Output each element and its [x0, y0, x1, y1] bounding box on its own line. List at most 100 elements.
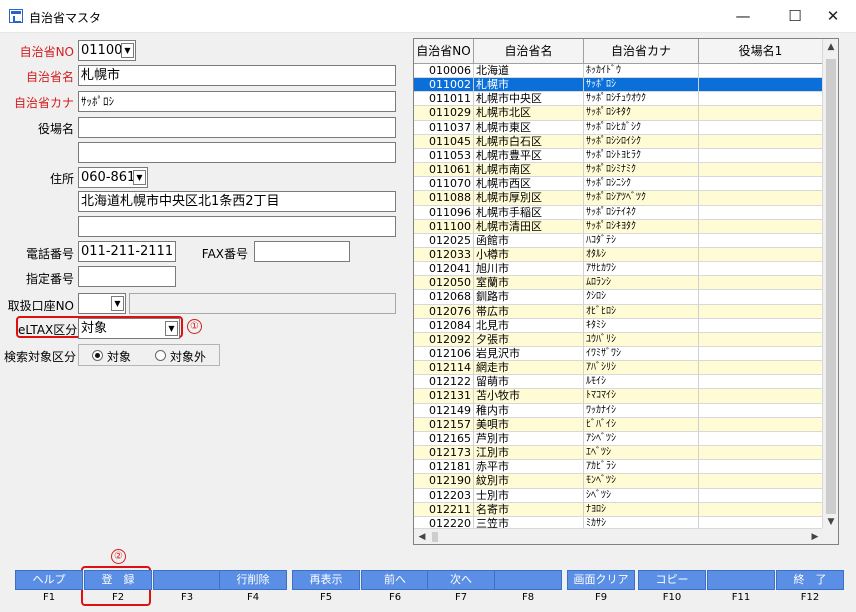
table-row[interactable]: 011002 札幌市 ｻｯﾎﾟﾛｼ: [414, 78, 823, 93]
eltax-select[interactable]: 対象 ▼: [78, 318, 180, 339]
table-row[interactable]: 012106 岩見沢市 ｲﾜﾐｻﾞﾜｼ: [414, 347, 823, 362]
table-row[interactable]: 012076 帯広市 ｵﾋﾞﾋﾛｼ: [414, 304, 823, 319]
phone-input[interactable]: 011-211-2111: [78, 241, 176, 262]
table-row[interactable]: 011037 札幌市東区 ｻｯﾎﾟﾛｼﾋｶﾞｼｸ: [414, 120, 823, 135]
cell-office: [699, 502, 823, 517]
radio-non-target[interactable]: [155, 350, 166, 361]
cell-name: 留萌市: [474, 375, 584, 390]
table-row[interactable]: 012149 稚内市 ﾜｯｶﾅｲｼ: [414, 403, 823, 418]
table-row[interactable]: 012181 赤平市 ｱｶﾋﾞﾗｼ: [414, 460, 823, 475]
cell-kana: ﾑﾛﾗﾝｼ: [584, 276, 699, 291]
table-row[interactable]: 011045 札幌市白石区 ｻｯﾎﾟﾛｼｼﾛｲｼｸ: [414, 134, 823, 149]
header-office[interactable]: 役場名1: [699, 39, 823, 64]
cell-office: [699, 134, 823, 149]
jichi-kana-input[interactable]: ｻｯﾎﾟﾛｼ: [78, 91, 396, 112]
jichi-kana-label: 自治省カナ: [13, 96, 74, 110]
table-row[interactable]: 012173 江別市 ｴﾍﾞﾂｼ: [414, 446, 823, 461]
fkey-button-f11[interactable]: [707, 570, 775, 590]
header-name[interactable]: 自治省名: [474, 39, 584, 64]
hscroll-thumb[interactable]: [432, 532, 438, 542]
cell-no: 011037: [414, 120, 474, 135]
chevron-down-icon[interactable]: ▼: [111, 296, 124, 311]
cell-office: [699, 177, 823, 192]
fkey-button-f1[interactable]: ヘルプ: [15, 570, 83, 590]
table-row[interactable]: 011029 札幌市北区 ｻｯﾎﾟﾛｼｷﾀｸ: [414, 106, 823, 121]
header-no[interactable]: 自治省NO: [414, 39, 474, 64]
fkey-button-f2[interactable]: 登 録: [84, 570, 152, 590]
office-name-input-2[interactable]: [78, 142, 396, 163]
fkey-label-f2: F2: [111, 592, 125, 603]
table-row[interactable]: 012157 美唄市 ﾋﾞﾊﾞｲｼ: [414, 417, 823, 432]
fkey-button-f3[interactable]: [153, 570, 221, 590]
data-grid[interactable]: 自治省NO 自治省名 自治省カナ 役場名1 010006 北海道 ﾎｯｶｲﾄﾞｳ 01…: [413, 38, 839, 545]
table-row[interactable]: 012211 名寄市 ﾅﾖﾛｼ: [414, 502, 823, 517]
cell-no: 012157: [414, 417, 474, 432]
table-row[interactable]: 012114 網走市 ｱﾊﾞｼﾘｼ: [414, 361, 823, 376]
designation-label: 指定番号: [25, 272, 74, 286]
table-row[interactable]: 012165 芦別市 ｱｼﾍﾞﾂｼ: [414, 431, 823, 447]
chevron-down-icon[interactable]: ▼: [165, 321, 178, 336]
table-row[interactable]: 011100 札幌市清田区 ｻｯﾎﾟﾛｼｷﾖﾀｸ: [414, 219, 823, 234]
fkey-button-f7[interactable]: 次へ: [427, 570, 495, 590]
designation-input[interactable]: [78, 266, 176, 287]
table-row[interactable]: 012203 士別市 ｼﾍﾞﾂｼ: [414, 488, 823, 503]
address-line2-input[interactable]: [78, 216, 396, 237]
minimize-button[interactable]: —: [720, 0, 766, 33]
fkey-button-f4[interactable]: 行削除: [219, 570, 287, 590]
header-kana[interactable]: 自治省カナ: [584, 39, 699, 64]
cell-kana: ｻｯﾎﾟﾛｼﾐﾅﾐｸ: [584, 163, 699, 178]
table-row[interactable]: 012033 小樽市 ｵﾀﾙｼ: [414, 247, 823, 263]
fkey-button-f9[interactable]: 画面クリア: [567, 570, 635, 590]
scroll-left-icon[interactable]: ◀: [414, 529, 430, 544]
address-label: 住所: [49, 172, 74, 186]
fkey-button-f5[interactable]: 再表示: [292, 570, 360, 590]
table-row[interactable]: 012041 旭川市 ｱｻﾋｶﾜｼ: [414, 262, 823, 277]
office-name-label: 役場名: [37, 122, 74, 136]
table-row[interactable]: 012131 苫小牧市 ﾄﾏｺﾏｲｼ: [414, 389, 823, 404]
chevron-down-icon[interactable]: ▼: [121, 43, 134, 58]
table-row[interactable]: 010006 北海道 ﾎｯｶｲﾄﾞｳ: [414, 64, 823, 79]
radio-target[interactable]: [92, 350, 103, 361]
table-row[interactable]: 011011 札幌市中央区 ｻｯﾎﾟﾛｼﾁｭｳｵｳｸ: [414, 92, 823, 107]
table-row[interactable]: 012092 夕張市 ﾕｳﾊﾞﾘｼ: [414, 332, 823, 348]
table-row[interactable]: 011088 札幌市厚別区 ｻｯﾎﾟﾛｼｱﾂﾍﾞﾂｸ: [414, 191, 823, 206]
table-row[interactable]: 012068 釧路市 ｸｼﾛｼ: [414, 290, 823, 305]
vertical-scrollbar[interactable]: ▲ ▼: [822, 39, 838, 530]
table-row[interactable]: 011070 札幌市西区 ｻｯﾎﾟﾛｼﾆｼｸ: [414, 177, 823, 192]
cell-no: 011045: [414, 134, 474, 149]
scroll-thumb[interactable]: [826, 59, 836, 514]
cell-kana: ｻｯﾎﾟﾛｼｱﾂﾍﾞﾂｸ: [584, 191, 699, 206]
fkey-button-f12[interactable]: 終 了: [776, 570, 844, 590]
scroll-up-icon[interactable]: ▲: [823, 39, 838, 55]
cell-office: [699, 361, 823, 376]
cell-no: 012041: [414, 262, 474, 277]
fax-input[interactable]: [254, 241, 350, 262]
zip-select[interactable]: 060-8611 ▼: [78, 167, 148, 188]
table-row[interactable]: 012190 紋別市 ﾓﾝﾍﾞﾂｼ: [414, 474, 823, 489]
close-button[interactable]: ✕: [810, 0, 856, 33]
scroll-right-icon[interactable]: ▶: [807, 529, 823, 544]
jichi-no-select[interactable]: 011002 ▼: [78, 40, 136, 61]
address-line1-input[interactable]: 北海道札幌市中央区北1条西2丁目: [78, 191, 396, 212]
cell-office: [699, 304, 823, 319]
cell-kana: ｴﾍﾞﾂｼ: [584, 446, 699, 461]
table-row[interactable]: 012122 留萌市 ﾙﾓｲｼ: [414, 375, 823, 390]
cell-kana: ｻｯﾎﾟﾛｼｷﾖﾀｸ: [584, 219, 699, 234]
table-row[interactable]: 012050 室蘭市 ﾑﾛﾗﾝｼ: [414, 276, 823, 291]
account-select[interactable]: ▼: [78, 293, 126, 314]
table-row[interactable]: 012025 函館市 ﾊｺﾀﾞﾃｼ: [414, 233, 823, 248]
office-name-input[interactable]: [78, 117, 396, 138]
cell-name: 士別市: [474, 488, 584, 503]
table-row[interactable]: 012084 北見市 ｷﾀﾐｼ: [414, 318, 823, 333]
chevron-down-icon[interactable]: ▼: [133, 170, 146, 185]
table-row[interactable]: 011061 札幌市南区 ｻｯﾎﾟﾛｼﾐﾅﾐｸ: [414, 163, 823, 178]
table-row[interactable]: 011053 札幌市豊平区 ｻｯﾎﾟﾛｼﾄﾖﾋﾗｸ: [414, 148, 823, 164]
jichi-name-input[interactable]: 札幌市: [78, 65, 396, 86]
fkey-label-f1: F1: [42, 592, 56, 603]
fkey-button-f8[interactable]: [494, 570, 562, 590]
horizontal-scrollbar[interactable]: ◀ ▶: [414, 528, 823, 544]
cell-name: 札幌市: [474, 78, 584, 93]
fkey-button-f10[interactable]: コピー: [638, 570, 706, 590]
table-row[interactable]: 011096 札幌市手稲区 ｻｯﾎﾟﾛｼﾃｲﾈｸ: [414, 205, 823, 220]
fkey-button-f6[interactable]: 前へ: [361, 570, 429, 590]
